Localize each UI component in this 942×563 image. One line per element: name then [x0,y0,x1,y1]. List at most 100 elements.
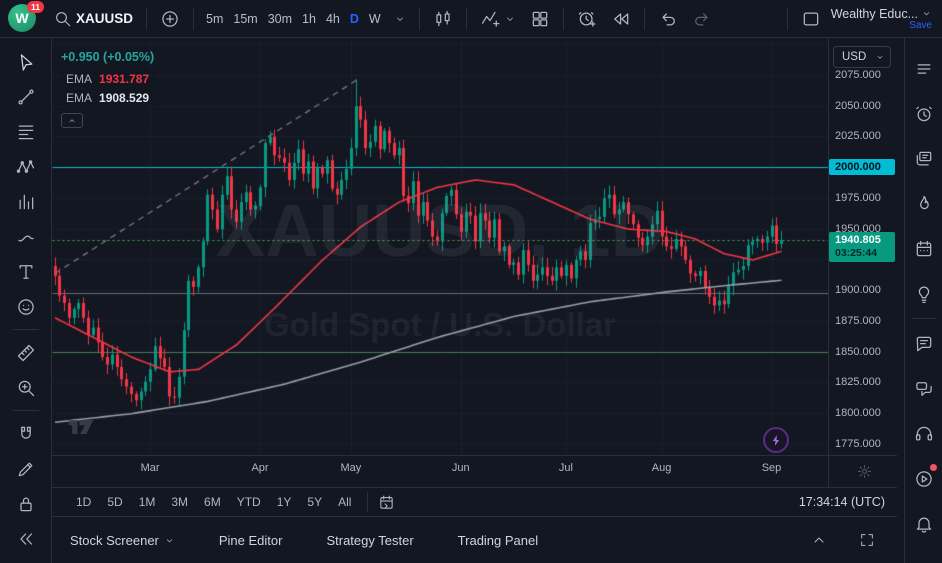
private-chats-button[interactable] [908,366,940,411]
range-YTD[interactable]: YTD [229,490,269,514]
price-label-1975: 1975.000 [829,190,897,206]
drawing-mode-button[interactable] [7,451,45,486]
interval-15m[interactable]: 15m [228,5,262,33]
interval-5m[interactable]: 5m [201,5,228,33]
play-circle-icon [914,469,934,489]
calendar-button[interactable] [908,226,940,271]
watchlist-button[interactable] [908,46,940,91]
lock-drawings-button[interactable] [7,486,45,521]
tab-trading-panel[interactable]: Trading Panel [458,533,560,548]
indicator-row-0[interactable]: EMA1931.787 [61,70,156,88]
indicator-row-1[interactable]: EMA1908.529 [61,89,156,107]
alert-clock-icon [577,9,597,29]
measure-tool-button[interactable] [7,335,45,370]
save-button[interactable]: Save [909,20,932,31]
price-label-2000: 2000.000 [829,159,895,175]
interval-dropdown-button[interactable] [388,5,412,33]
price-chart-canvas[interactable] [52,38,828,455]
support-button[interactable] [908,411,940,456]
notification-count-badge: 11 [27,1,44,13]
trend-line-tool-button[interactable] [7,79,45,114]
legend-collapse-button[interactable] [61,113,83,128]
pattern-tool-button[interactable] [7,149,45,184]
lightning-icon [770,434,783,447]
chart-pane[interactable]: XAUUSD, 1D Gold Spot / U.S. Dollar +0.95… [52,38,828,455]
ideas-stream-button[interactable] [908,271,940,316]
interval-1h[interactable]: 1h [297,5,321,33]
panel-maximize-button[interactable] [853,526,881,554]
alerts-button[interactable] [908,91,940,136]
notifications-button[interactable] [908,501,940,546]
tab-pine-editor[interactable]: Pine Editor [219,533,305,548]
forecast-tool-button[interactable] [7,184,45,219]
redo-button[interactable] [686,5,718,33]
streams-live-badge [930,464,937,471]
brush-tool-button[interactable] [7,219,45,254]
magnet-tool-button[interactable] [7,416,45,451]
hotlists-button[interactable] [908,181,940,226]
price-change-text: +0.950 (+0.05%) [61,50,156,64]
range-5D[interactable]: 5D [99,490,130,514]
trend-line-icon [16,87,36,107]
cursor-tool-button[interactable] [7,44,45,79]
undo-button[interactable] [652,5,684,33]
emoji-tool-button[interactable] [7,289,45,324]
tab-stock-screener[interactable]: Stock Screener [70,533,197,548]
layout-title-block[interactable]: Wealthy Educ... Save [831,7,932,31]
layout-templates-button[interactable] [524,5,556,33]
panel-expand-button[interactable] [805,526,833,554]
interval-W[interactable]: W [364,5,386,33]
symbol-name: XAUUSD [76,11,133,26]
interval-D[interactable]: D [345,5,364,33]
symbol-search-button[interactable]: XAUUSD [48,5,139,33]
bell-icon [914,514,934,534]
ideas-button[interactable] [908,136,940,181]
compare-add-button[interactable] [154,5,186,33]
time-label-May: May [336,462,366,474]
app-logo[interactable]: W 11 [8,4,42,34]
range-1D[interactable]: 1D [68,490,99,514]
price-label-2050: 2050.000 [829,98,897,114]
interval-4h[interactable]: 4h [321,5,345,33]
boost-button[interactable] [763,427,789,453]
flame-icon [914,194,934,214]
cursor-icon [16,52,36,72]
save-layout-button[interactable] [795,5,827,33]
range-1M[interactable]: 1M [131,490,164,514]
range-6M[interactable]: 6M [196,490,229,514]
interval-30m[interactable]: 30m [263,5,297,33]
utc-clock[interactable]: 17:34:14 (UTC) [799,495,885,509]
chart-style-button[interactable] [427,5,459,33]
indicators-button[interactable] [474,5,522,33]
chevron-down-icon [504,13,516,25]
range-All[interactable]: All [330,490,359,514]
redo-arrow-icon [692,9,712,29]
text-tool-button[interactable] [7,254,45,289]
create-alert-button[interactable] [571,5,603,33]
go-to-date-button[interactable] [367,492,395,512]
tradingview-logo-watermark[interactable] [66,416,96,438]
price-label-2075: 2075.000 [829,67,897,83]
divider [563,8,564,30]
range-5Y[interactable]: 5Y [299,490,330,514]
currency-label: USD [842,51,866,63]
currency-dropdown[interactable]: USD [833,46,891,68]
tab-strategy-tester[interactable]: Strategy Tester [326,533,435,548]
streams-button[interactable] [908,456,940,501]
collapse-toolbar-button[interactable] [7,521,45,556]
layout-square-icon [801,9,821,29]
range-1Y[interactable]: 1Y [269,490,300,514]
watchlist-icon [914,59,934,79]
gear-icon[interactable] [857,464,872,479]
chat-button[interactable] [908,321,940,366]
bar-replay-button[interactable] [605,5,637,33]
fib-retracement-tool-button[interactable] [7,114,45,149]
time-axis[interactable]: MarAprMayJunJulAugSep [52,455,828,487]
alarm-clock-icon [914,104,934,124]
indicator-legend-rows: EMA1931.787EMA1908.529 [61,70,156,108]
chevron-down-icon [164,535,175,546]
zoom-tool-button[interactable] [7,370,45,405]
price-axis[interactable]: USD 2075.0002050.0002025.0002000.0001975… [828,38,897,487]
range-3M[interactable]: 3M [163,490,196,514]
right-sidebar [904,38,942,563]
